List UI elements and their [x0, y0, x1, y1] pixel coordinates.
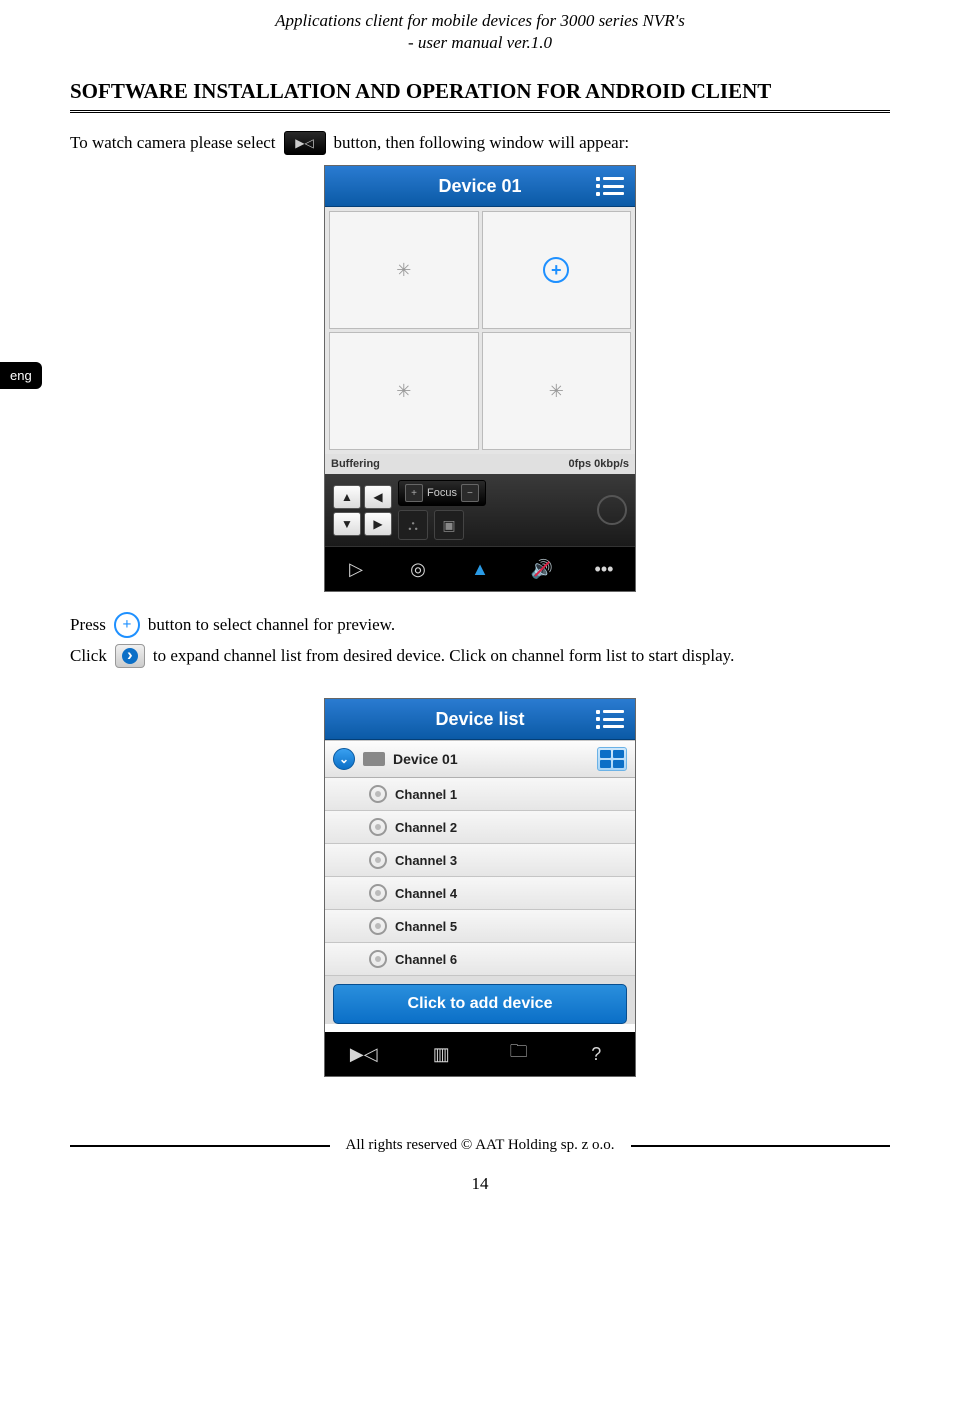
snapshot-icon[interactable]: ◎ — [403, 554, 433, 584]
section-divider — [70, 110, 890, 113]
screenshot-device-view: Device 01 ✳ + ✳ ✳ Buffering 0fps 0kbp/s … — [324, 165, 636, 592]
menu-list-icon[interactable] — [593, 173, 627, 199]
channel-label: Channel 4 — [395, 886, 457, 901]
live-view-icon[interactable]: ▶◁ — [349, 1039, 379, 1069]
doc-header: Applications client for mobile devices f… — [70, 10, 890, 54]
device-name: Device 01 — [393, 751, 458, 767]
channel-row[interactable]: Channel 5 — [325, 910, 635, 943]
page-number: 14 — [70, 1174, 890, 1194]
channel-status-icon — [369, 917, 387, 935]
para1-before: To watch camera please select — [70, 133, 276, 153]
multiview-icon[interactable] — [597, 747, 627, 771]
focus-label: Focus — [427, 487, 457, 499]
device-icon — [363, 752, 385, 766]
channel-label: Channel 3 — [395, 853, 457, 868]
doc-header-line1: Applications client for mobile devices f… — [70, 10, 890, 32]
ptz-control-panel: ▲ ◀ ▼ ▶ + Focus − ⛬ ▣ — [325, 474, 635, 546]
focus-control: + Focus − — [398, 480, 486, 506]
help-icon[interactable]: ? — [581, 1039, 611, 1069]
channel-label: Channel 2 — [395, 820, 457, 835]
paragraph-1: To watch camera please select ▶◁ button,… — [70, 131, 890, 155]
channel-label: Channel 6 — [395, 952, 457, 967]
plus-circle-icon: + — [114, 612, 140, 638]
channel-label: Channel 5 — [395, 919, 457, 934]
footer: All rights reserved © AAT Holding sp. z … — [70, 1137, 890, 1154]
aperture-icon[interactable] — [597, 495, 627, 525]
focus-minus-button[interactable]: − — [461, 484, 479, 502]
focus-plus-button[interactable]: + — [405, 484, 423, 502]
camera-cell-2[interactable]: + — [482, 211, 632, 329]
para1-after: button, then following window will appea… — [334, 133, 630, 153]
add-channel-icon[interactable]: + — [543, 257, 569, 283]
channel-row[interactable]: Channel 1 — [325, 778, 635, 811]
camera-cell-3[interactable]: ✳ — [329, 332, 479, 450]
channel-row[interactable]: Channel 4 — [325, 877, 635, 910]
ptz-left-button[interactable]: ◀ — [364, 485, 392, 509]
ptz-down-button[interactable]: ▼ — [333, 512, 361, 536]
channel-status-icon — [369, 785, 387, 803]
footer-text: All rights reserved © AAT Holding sp. z … — [346, 1137, 615, 1154]
collapse-icon[interactable]: ⌄ — [333, 748, 355, 770]
screenshot1-titlebar: Device 01 — [325, 166, 635, 207]
screenshot2-bottom-bar: ▶◁ ▥ 🗀 ? — [325, 1032, 635, 1076]
camera-grid-area: ✳ + ✳ ✳ — [325, 207, 635, 454]
para3-before: Click — [70, 646, 107, 666]
doc-header-line2: - user manual ver.1.0 — [70, 32, 890, 54]
playback-icon[interactable]: ▥ — [426, 1039, 456, 1069]
play-icon[interactable]: ▷ — [341, 554, 371, 584]
ptz-right-button[interactable]: ▶ — [364, 512, 392, 536]
channel-row[interactable]: Channel 3 — [325, 844, 635, 877]
status-right: 0fps 0kbp/s — [568, 458, 629, 470]
paragraph-2: Press + button to select channel for pre… — [70, 612, 890, 638]
mute-speaker-icon[interactable]: 🔊 — [527, 554, 557, 584]
preset-icon[interactable]: ⛬ — [398, 510, 428, 540]
footer-rule-left — [70, 1145, 330, 1147]
device-row[interactable]: ⌄ Device 01 — [325, 740, 635, 778]
menu-list-icon[interactable] — [593, 706, 627, 732]
screenshot2-title: Device list — [435, 709, 524, 730]
channel-row[interactable]: Channel 2 — [325, 811, 635, 844]
screenshot2-titlebar: Device list — [325, 699, 635, 740]
section-heading: SOFTWARE INSTALLATION AND OPERATION FOR … — [70, 79, 890, 104]
para2-before: Press — [70, 615, 106, 635]
play-camera-icon: ▶◁ — [284, 131, 326, 155]
para3-after: to expand channel list from desired devi… — [153, 646, 734, 666]
screenshot1-title: Device 01 — [438, 176, 521, 197]
layout-icon[interactable]: ▣ — [434, 510, 464, 540]
para2-after: button to select channel for preview. — [148, 615, 395, 635]
status-row: Buffering 0fps 0kbp/s — [325, 454, 635, 474]
language-tab: eng — [0, 362, 42, 389]
ptz-up-button[interactable]: ▲ — [333, 485, 361, 509]
screenshot-device-list: Device list ⌄ Device 01 Channel 1 Channe… — [324, 698, 636, 1077]
camera-cell-4[interactable]: ✳ — [482, 332, 632, 450]
camera-cell-1[interactable]: ✳ — [329, 211, 479, 329]
channel-status-icon — [369, 851, 387, 869]
status-left: Buffering — [331, 458, 380, 470]
ptz-dpad: ▲ ◀ ▼ ▶ — [333, 485, 392, 536]
folder-icon[interactable]: 🗀 — [504, 1039, 534, 1069]
alarm-icon[interactable]: ▲ — [465, 554, 495, 584]
channel-label: Channel 1 — [395, 787, 457, 802]
expand-arrow-icon — [115, 644, 145, 668]
more-icon[interactable]: ••• — [589, 554, 619, 584]
footer-rule-right — [631, 1145, 891, 1147]
channel-status-icon — [369, 950, 387, 968]
add-device-button[interactable]: Click to add device — [333, 984, 627, 1024]
channel-status-icon — [369, 818, 387, 836]
paragraph-3: Click to expand channel list from desire… — [70, 644, 890, 668]
device-list-area: ⌄ Device 01 Channel 1 Channel 2 Channel … — [325, 740, 635, 1024]
channel-status-icon — [369, 884, 387, 902]
screenshot1-bottom-bar: ▷ ◎ ▲ 🔊 ••• — [325, 546, 635, 591]
channel-row[interactable]: Channel 6 — [325, 943, 635, 976]
